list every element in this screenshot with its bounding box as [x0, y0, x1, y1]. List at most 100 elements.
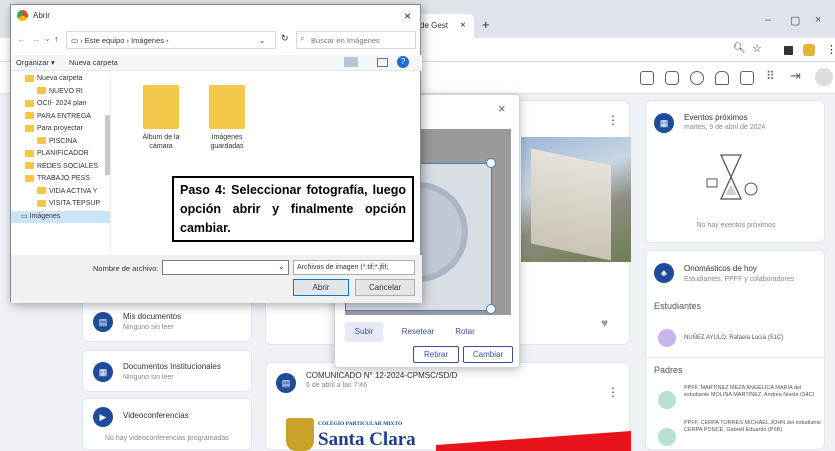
filetype-select[interactable]: Archivos de imagen (*.tif;*.jfif;	[293, 260, 415, 275]
help-icon[interactable]: ?	[397, 56, 409, 68]
events-title: Eventos próximos	[684, 113, 748, 122]
video-icon: ▶	[93, 407, 113, 427]
mail-icon[interactable]	[740, 71, 754, 85]
dialog-footer: Nombre de archivo: ⌄ Archivos de imagen …	[11, 255, 422, 303]
news-icon: ▤	[276, 373, 296, 393]
extension-icon[interactable]	[784, 46, 793, 55]
chevron-down-icon[interactable]: ⌄	[278, 262, 285, 271]
card-sub: Ninguno sin leer	[123, 324, 174, 331]
events-card: ▦ Eventos próximos martes, 9 de abril de…	[645, 100, 825, 243]
tree-item[interactable]: PARA ENTREGA	[11, 111, 110, 124]
comunicado-date: 6 de abril a las 7:46	[306, 382, 368, 389]
avatar[interactable]	[815, 68, 833, 86]
building-icon: ▦	[93, 362, 113, 382]
forward-icon[interactable]: →	[31, 34, 40, 44]
new-folder-button[interactable]: Nueva carpeta	[69, 58, 118, 67]
card-sub: No hay videoconferencias programadas	[105, 435, 229, 442]
bell-icon[interactable]	[715, 71, 729, 85]
open-button[interactable]: Abrir	[293, 279, 349, 296]
tree-item[interactable]: NUEVO RI	[11, 86, 110, 99]
refresh-icon[interactable]: ↻	[281, 33, 289, 44]
chevron-down-icon[interactable]: ⌄	[44, 34, 51, 43]
organize-button[interactable]: Organizar ▾	[16, 58, 55, 67]
parent-avatar	[658, 428, 676, 446]
tree-scrollbar[interactable]	[105, 115, 110, 175]
browser-tab[interactable]: de Gest ×	[414, 14, 474, 38]
student-avatar	[658, 329, 676, 347]
path-dropdown-icon[interactable]: ⌄	[259, 32, 265, 49]
dialog-title: Abrir	[33, 11, 50, 20]
dialog-close-icon[interactable]: ×	[404, 5, 411, 27]
path-box[interactable]: ▭ › Este equipo › Imágenes › ⌄	[66, 31, 276, 49]
document-icon: ▤	[93, 312, 113, 332]
folder-item[interactable]: Álbum de la cámara	[131, 85, 191, 151]
circle-icon[interactable]	[690, 71, 704, 85]
retirar-button[interactable]: Retirar	[413, 346, 459, 363]
path-segment[interactable]: Este equipo	[85, 36, 125, 45]
filetype-value: Archivos de imagen (*.tif;*.jfif;	[297, 264, 389, 271]
minimize-icon[interactable]: –	[765, 14, 771, 26]
tree-item[interactable]: PISCINA	[11, 136, 110, 149]
tree-item[interactable]: REDES SOCIALES	[11, 161, 110, 174]
red-banner	[436, 431, 631, 451]
tree-item[interactable]: TRABAJO PESS	[11, 173, 110, 186]
parent-item[interactable]: PPFF. CERPA TORRES MICHAEL JOHN del estu…	[684, 420, 822, 434]
tree-item-selected[interactable]: ▭ Imágenes	[11, 210, 110, 223]
profile-icon[interactable]	[803, 44, 815, 56]
tree-item[interactable]: VISITA TEPSUP	[11, 198, 110, 211]
preview-pane-icon[interactable]	[377, 58, 388, 67]
tree-item[interactable]: PLANIFICADOR	[11, 148, 110, 161]
subir-button[interactable]: Subir	[345, 322, 383, 342]
calendar-icon: ▦	[654, 113, 674, 133]
card-documentos-institucionales[interactable]: ▦ Documentos Institucionales Ninguno sin…	[82, 350, 252, 392]
back-icon[interactable]: ←	[17, 34, 26, 44]
view-icon[interactable]	[344, 57, 358, 67]
parent-item[interactable]: PPFF. MARTINEZ MEZA ANGELICA MARIA del e…	[684, 385, 822, 399]
resetear-button[interactable]: Resetear	[393, 322, 443, 342]
hourglass-illustration	[706, 154, 758, 200]
divider	[646, 357, 826, 358]
crop-handle[interactable]	[486, 158, 496, 168]
dialog-nav: ← → ⌄ ↑ ▭ › Este equipo › Imágenes › ⌄ ↻…	[11, 31, 422, 51]
crop-handle[interactable]	[486, 304, 496, 314]
apps-grid-icon[interactable]: ⠿	[766, 69, 775, 83]
path-segment[interactable]: Imágenes	[131, 36, 164, 45]
up-icon[interactable]: ↑	[54, 34, 59, 44]
tree-item[interactable]: Para proyectar	[11, 123, 110, 136]
card-mis-documentos[interactable]: ▤ Mis documentos Ninguno sin leer	[82, 300, 252, 342]
school-small: COLEGIO PARTICULAR MIXTO	[318, 421, 403, 427]
folder-item[interactable]: Imágenes guardadas	[197, 85, 257, 151]
restore-icon[interactable]: ▢	[790, 14, 800, 27]
feed-post-comunicado: ▤ COMUNICADO N° 12-2024-CPMSC/SD/D 6 de …	[265, 362, 631, 451]
chat-icon[interactable]	[665, 71, 679, 85]
rotar-button[interactable]: Rotar	[447, 322, 483, 342]
students-header: Estudiantes	[654, 301, 702, 311]
post-menu-icon[interactable]: ⋮	[607, 385, 619, 399]
card-title: Videoconferencias	[123, 411, 189, 420]
search-input[interactable]: Buscar en Imágenes	[296, 31, 416, 49]
post-menu-icon[interactable]: ⋮	[607, 113, 619, 127]
close-window-icon[interactable]: ×	[815, 14, 821, 26]
tree-item[interactable]: VIDA ACTIVA Y	[11, 186, 110, 199]
tree-item[interactable]: OCII- 2024 plan	[11, 98, 110, 111]
logout-icon[interactable]: ⇥	[790, 68, 801, 84]
star-icon[interactable]: ☆	[752, 42, 762, 55]
tree-item[interactable]: Nueva carpeta	[11, 73, 110, 86]
close-icon[interactable]: ×	[498, 101, 506, 116]
calendar-icon[interactable]	[640, 71, 654, 85]
card-videoconferencias[interactable]: ▶ Videoconferencias No hay videoconferen…	[82, 398, 252, 450]
step-instruction: Paso 4: Seleccionar fotografía, luego op…	[172, 176, 414, 242]
student-item[interactable]: NUÑEZ AYULO, Rafaela Lucia (S1C)	[684, 335, 783, 341]
file-open-dialog: Abrir × ← → ⌄ ↑ ▭ › Este equipo › Imágen…	[10, 4, 422, 303]
folder-label: Álbum de la cámara	[142, 134, 180, 150]
new-tab-icon[interactable]: +	[482, 17, 490, 32]
heart-icon[interactable]: ♥	[601, 316, 608, 330]
tab-close-icon[interactable]: ×	[460, 14, 466, 38]
events-empty: No hay eventos próximos	[696, 222, 776, 229]
zoom-icon[interactable]: 🔍︎	[733, 43, 746, 54]
cancel-button[interactable]: Cancelar	[355, 279, 415, 296]
cambiar-button[interactable]: Cambiar	[463, 346, 513, 363]
browser-menu-icon[interactable]: ⋮	[826, 43, 835, 56]
filename-input[interactable]: ⌄	[162, 260, 289, 275]
birthdays-sub: Estudiantes, PPFF y colaboradores	[684, 276, 795, 283]
